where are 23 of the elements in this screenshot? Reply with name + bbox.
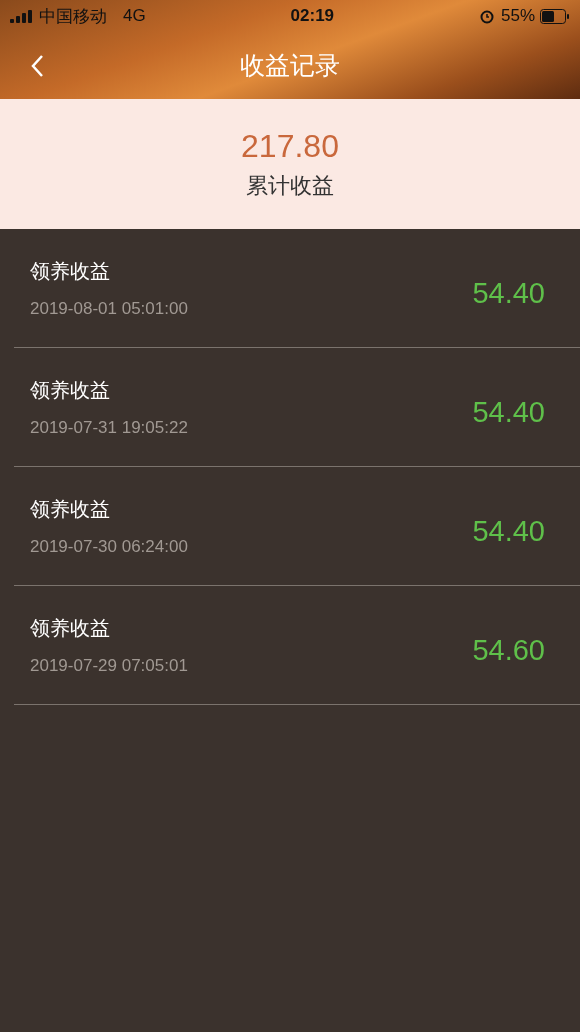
signal-icon	[10, 9, 34, 23]
network-type: 4G	[123, 6, 146, 26]
record-amount: 54.40	[472, 514, 545, 548]
record-title: 领养收益	[30, 377, 111, 403]
record-amount: 54.40	[472, 395, 545, 429]
total-label: 累计收益	[246, 171, 334, 200]
record-time: 2019-07-30 06:24:00	[30, 536, 189, 557]
carrier-name: 中国移动	[39, 5, 107, 28]
back-icon	[30, 53, 44, 78]
record-time: 2019-07-31 19:05:22	[30, 417, 189, 438]
record-amount: 54.60	[472, 633, 545, 667]
record-amount: 54.40	[472, 276, 545, 310]
alarm-icon	[479, 8, 495, 24]
record-time: 2019-08-01 05:01:00	[30, 298, 189, 319]
page-title: 收益记录	[240, 50, 340, 81]
record-time: 2019-07-29 07:05:01	[30, 655, 189, 676]
record-title: 领养收益	[30, 615, 111, 641]
record-title: 领养收益	[30, 258, 111, 284]
total-amount: 217.80	[241, 127, 339, 165]
battery-icon	[540, 8, 570, 24]
status-time: 02:19	[290, 6, 335, 26]
battery-percent: 55%	[501, 6, 535, 26]
record-title: 领养收益	[30, 496, 111, 522]
